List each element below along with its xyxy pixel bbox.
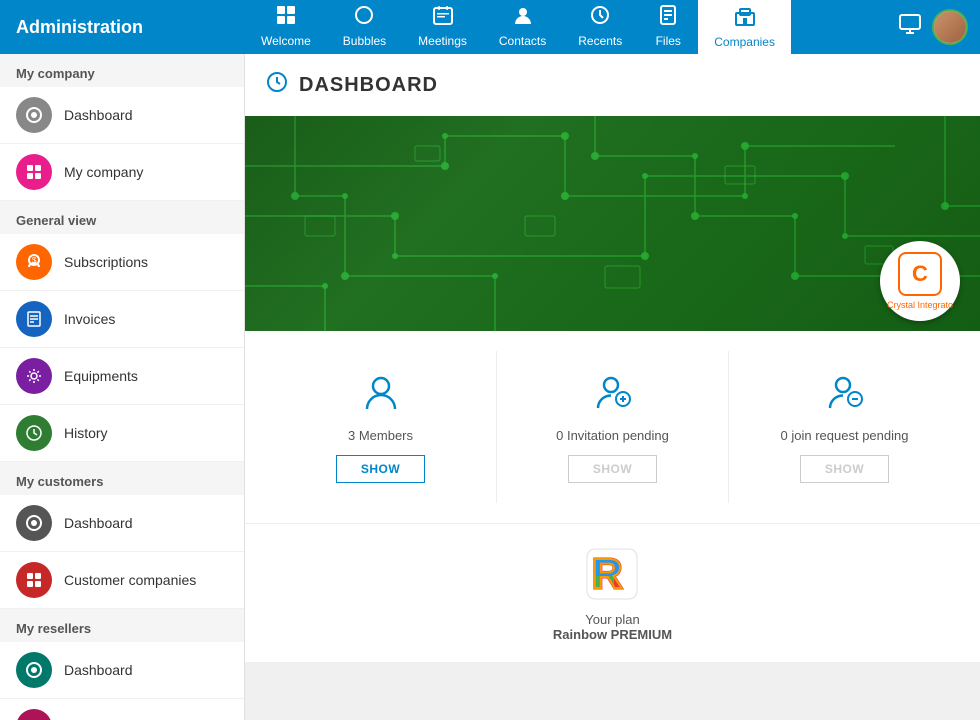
stats-row: 3 Members SHOW 0 Invitation p [245,331,980,524]
join-requests-show-button[interactable]: SHOW [800,455,889,483]
sidebar-item-dashboard[interactable]: Dashboard [0,87,244,144]
tab-welcome-label: Welcome [261,34,311,48]
invoices-icon [16,301,52,337]
svg-text:$: $ [32,256,37,265]
meetings-icon [432,4,454,32]
sidebar-resellers-dashboard-label: Dashboard [64,662,133,678]
section-general-view: General view [0,201,244,234]
tab-companies[interactable]: Companies [698,0,791,54]
nav-tabs: Welcome Bubbles Meetings Contacts Recent… [245,0,886,54]
company-logo-letter: C [898,252,942,296]
sidebar-item-reseller-companies[interactable]: Reseller companies [0,699,244,720]
banner: C Crystal Integrato [245,116,980,331]
tab-files[interactable]: Files [638,0,698,54]
sidebar-item-customers-dashboard[interactable]: Dashboard [0,495,244,552]
plan-card: R R R R R Your plan Rainbow [553,544,672,642]
companies-icon [734,5,756,33]
topbar-right [886,9,980,45]
tab-bubbles-label: Bubbles [343,34,386,48]
subscriptions-icon: $ [16,244,52,280]
members-show-button[interactable]: SHOW [336,455,425,483]
plan-label: Your plan [585,612,639,627]
stat-members: 3 Members SHOW [265,351,497,503]
history-icon [16,415,52,451]
sidebar-dashboard-label: Dashboard [64,107,133,123]
sidebar-equipments-label: Equipments [64,368,138,384]
contacts-icon [512,4,534,32]
tab-companies-label: Companies [714,35,775,49]
sidebar-item-resellers-dashboard[interactable]: Dashboard [0,642,244,699]
tab-recents[interactable]: Recents [562,0,638,54]
invitations-show-button[interactable]: SHOW [568,455,657,483]
sidebar-subscriptions-label: Subscriptions [64,254,148,270]
sidebar-item-my-company[interactable]: My company [0,144,244,201]
welcome-icon [275,4,297,32]
app-title: Administration [0,17,245,38]
avatar[interactable] [932,9,968,45]
sidebar-customer-companies-label: Customer companies [64,572,196,588]
company-logo-name: Crystal Integrato [887,300,953,310]
sidebar-item-invoices[interactable]: Invoices [0,291,244,348]
customers-dashboard-icon [16,505,52,541]
screen-icon[interactable] [898,12,922,42]
tab-files-label: Files [656,34,681,48]
dashboard-title: DASHBOARD [299,74,438,97]
sidebar-item-history[interactable]: History [0,405,244,462]
dashboard-section: DASHBOARD [245,54,980,662]
my-company-icon [16,154,52,190]
main-layout: My company Dashboard My company General … [0,54,980,720]
invitations-icon [593,371,633,420]
svg-text:R: R [592,550,622,597]
sidebar-my-company-label: My company [64,164,143,180]
tab-recents-label: Recents [578,34,622,48]
company-logo: C Crystal Integrato [880,241,960,321]
topbar: Administration Welcome Bubbles Meetings … [0,0,980,54]
plan-name: Rainbow PREMIUM [553,627,672,642]
invitations-label: 0 Invitation pending [556,428,669,443]
customer-companies-icon [16,562,52,598]
bubbles-icon [353,4,375,32]
stat-invitations: 0 Invitation pending SHOW [497,351,729,503]
section-my-company: My company [0,54,244,87]
section-my-customers: My customers [0,462,244,495]
tab-contacts[interactable]: Contacts [483,0,562,54]
reseller-companies-icon [16,709,52,720]
members-label: 3 Members [348,428,413,443]
sidebar: My company Dashboard My company General … [0,54,245,720]
join-requests-icon [825,371,865,420]
section-my-resellers: My resellers [0,609,244,642]
tab-meetings-label: Meetings [418,34,467,48]
sidebar-history-label: History [64,425,108,441]
rainbow-logo: R R R R R [582,544,642,604]
sidebar-invoices-label: Invoices [64,311,115,327]
tab-meetings[interactable]: Meetings [402,0,483,54]
sidebar-item-subscriptions[interactable]: $ Subscriptions [0,234,244,291]
tab-contacts-label: Contacts [499,34,546,48]
resellers-dashboard-icon [16,652,52,688]
tab-bubbles[interactable]: Bubbles [327,0,402,54]
recents-icon [589,4,611,32]
sidebar-item-customer-companies[interactable]: Customer companies [0,552,244,609]
sidebar-item-equipments[interactable]: Equipments [0,348,244,405]
stat-join-requests: 0 join request pending SHOW [729,351,960,503]
files-icon [657,4,679,32]
content-area: DASHBOARD [245,54,980,720]
sidebar-customers-dashboard-label: Dashboard [64,515,133,531]
join-requests-label: 0 join request pending [781,428,909,443]
dashboard-icon [16,97,52,133]
equipments-icon [16,358,52,394]
dashboard-header: DASHBOARD [245,54,980,116]
plan-row: R R R R R Your plan Rainbow [245,524,980,662]
members-icon [361,371,401,420]
dashboard-header-icon [265,70,289,100]
tab-welcome[interactable]: Welcome [245,0,327,54]
